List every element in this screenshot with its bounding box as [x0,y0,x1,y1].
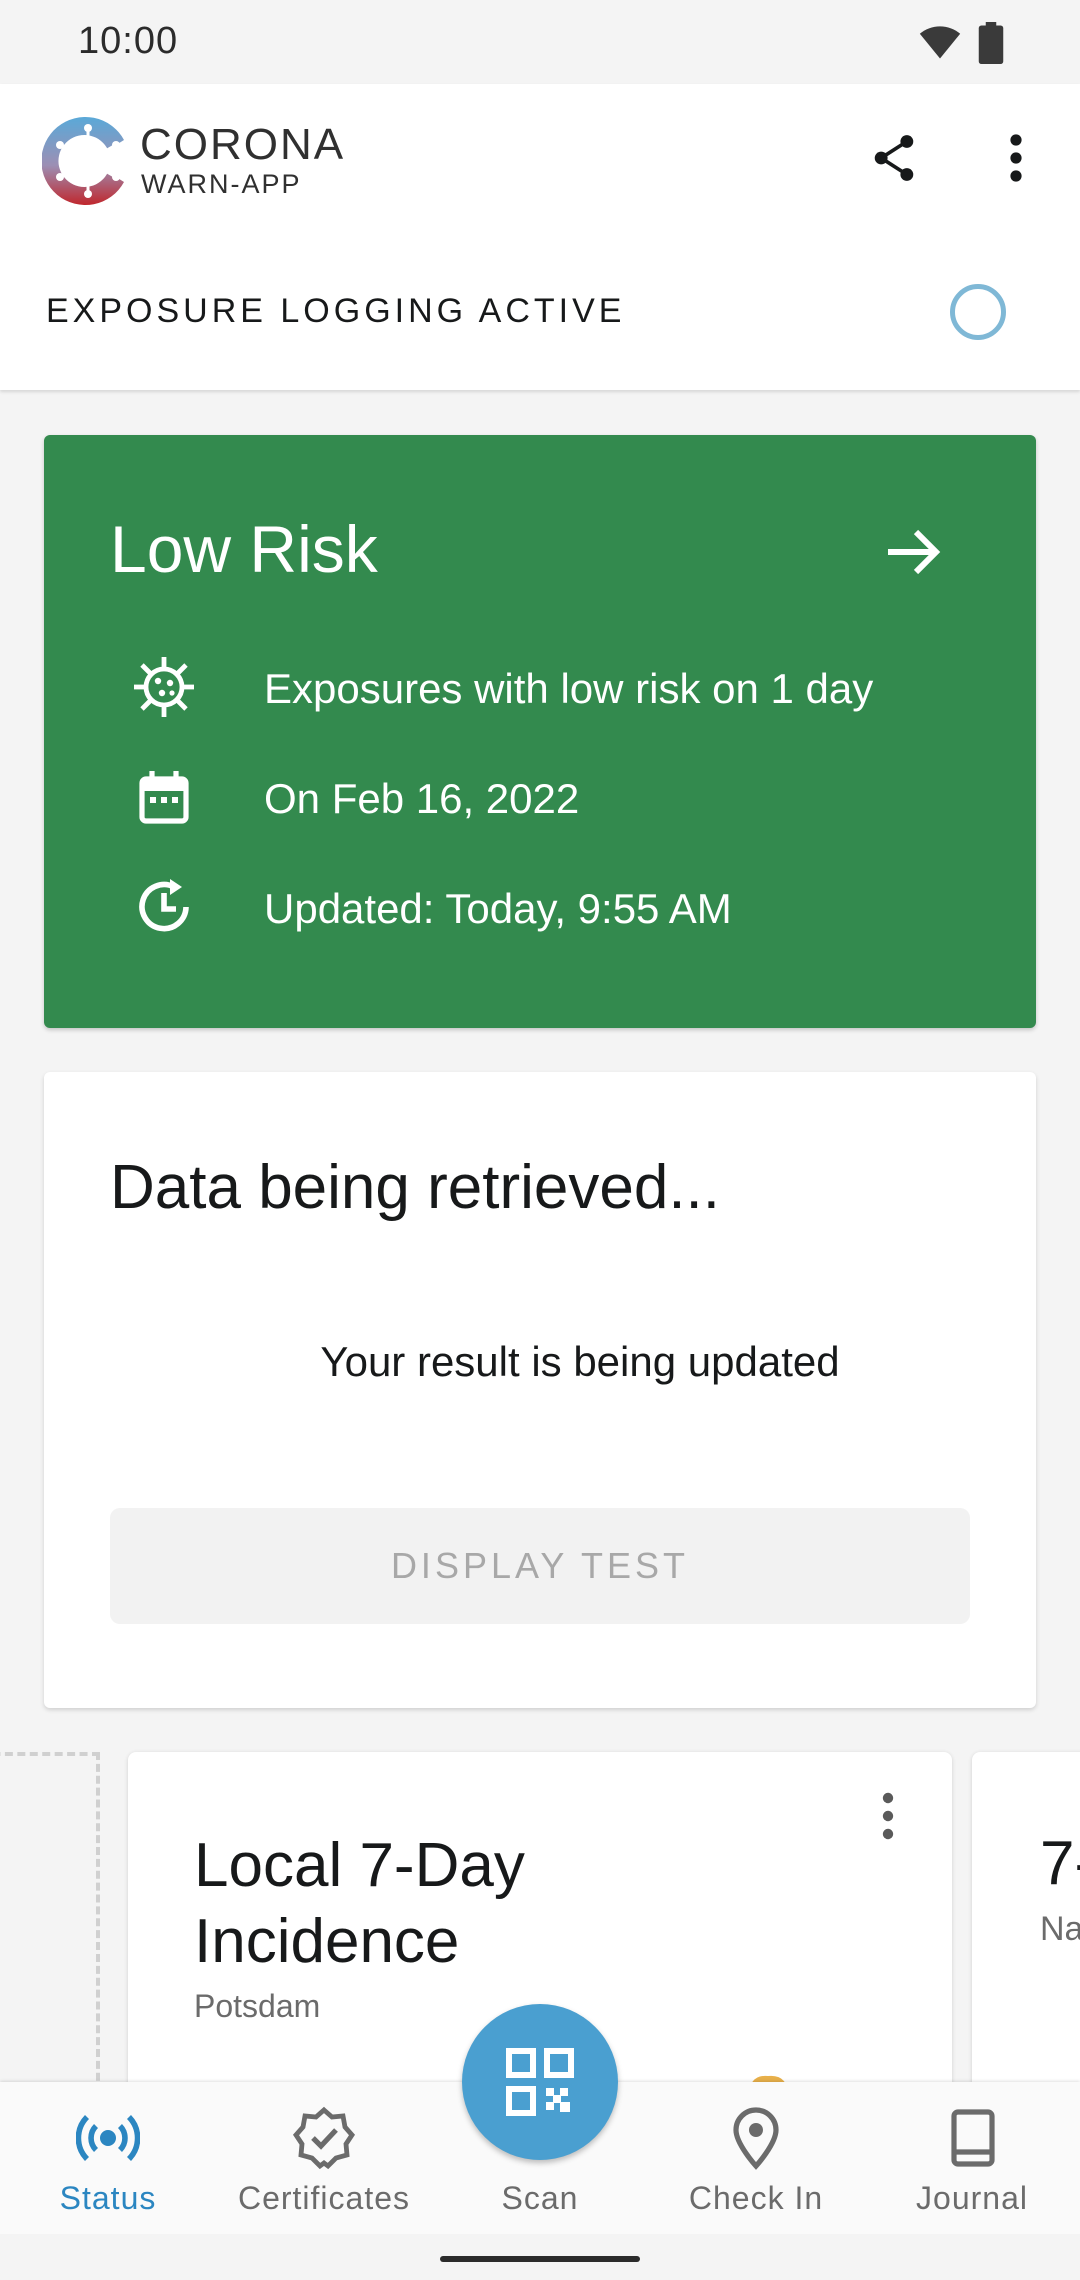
nav-item-status[interactable]: Status [0,2082,216,2234]
virus-icon [134,657,194,717]
calendar-icon [139,771,189,824]
incidence-title: Local 7-Day Incidence [194,1831,525,1976]
nav-label-status: Status [59,2180,157,2216]
location-pin-icon [733,2107,779,2170]
display-test-button[interactable]: DISPLAY TEST [110,1508,970,1624]
status-time: 10:00 [78,20,179,62]
share-icon [874,135,914,181]
logo-subtitle: WARN-APP [141,169,302,199]
risk-row-date: On Feb 16, 2022 [44,765,1036,835]
risk-date-text: On Feb 16, 2022 [264,775,580,822]
risk-exposures-text: Exposures with low risk on 1 day [264,665,874,712]
overflow-menu-button[interactable] [988,130,1044,186]
nav-item-check-in[interactable]: Check In [648,2082,864,2234]
app-header: CORONA WARN-APP EXPOSURE LOGGING ACTIVE [0,84,1080,390]
nav-label-journal: Journal [916,2180,1028,2216]
next-card-title: 7- [1040,1829,1080,1898]
home-gesture-handle[interactable] [440,2256,640,2262]
incidence-location: Potsdam [194,1988,321,2024]
next-card-subtitle: Na [1040,1910,1080,1948]
status-bar: 10:00 [0,0,1080,84]
logo-title: CORONA [140,120,346,169]
battery-icon [978,22,1004,64]
gesture-navigation-bar [0,2234,1080,2280]
risk-title: Low Risk [110,512,378,586]
test-result-card: Data being retrieved... Your result is b… [44,1072,1036,1708]
qr-code-icon [506,2048,574,2116]
status-broadcast-icon [76,2115,140,2161]
book-icon [951,2109,995,2167]
more-vert-icon [882,1792,894,1840]
more-vert-icon [1010,134,1022,182]
share-button[interactable] [866,130,922,186]
test-card-subtitle: Your result is being updated [320,1338,840,1385]
exposure-logging-status[interactable]: EXPOSURE LOGGING ACTIVE [46,292,625,331]
risk-card[interactable]: Low Risk Exposures with low risk on 1 da… [44,435,1036,1028]
logging-progress-indicator [950,284,1006,340]
wifi-icon [919,26,961,59]
nav-label-certificates: Certificates [237,2180,411,2216]
risk-updated-text: Updated: Today, 9:55 AM [264,885,732,932]
nav-label-scan[interactable]: Scan [432,2180,648,2217]
risk-row-exposures: Exposures with low risk on 1 day [44,655,1036,725]
scan-fab-button[interactable] [462,2004,618,2160]
arrow-right-icon [888,529,941,575]
nav-item-certificates[interactable]: Certificates [216,2082,432,2234]
nav-label-check-in: Check In [688,2180,824,2216]
certificate-badge-icon [292,2106,356,2170]
clock-update-icon [139,879,189,932]
test-card-title: Data being retrieved... [110,1153,721,1222]
nav-item-journal[interactable]: Journal [864,2082,1080,2234]
risk-row-updated: Updated: Today, 9:55 AM [44,875,1036,945]
corona-warn-app-logo-icon [42,117,124,205]
incidence-menu-button[interactable] [868,1792,908,1852]
